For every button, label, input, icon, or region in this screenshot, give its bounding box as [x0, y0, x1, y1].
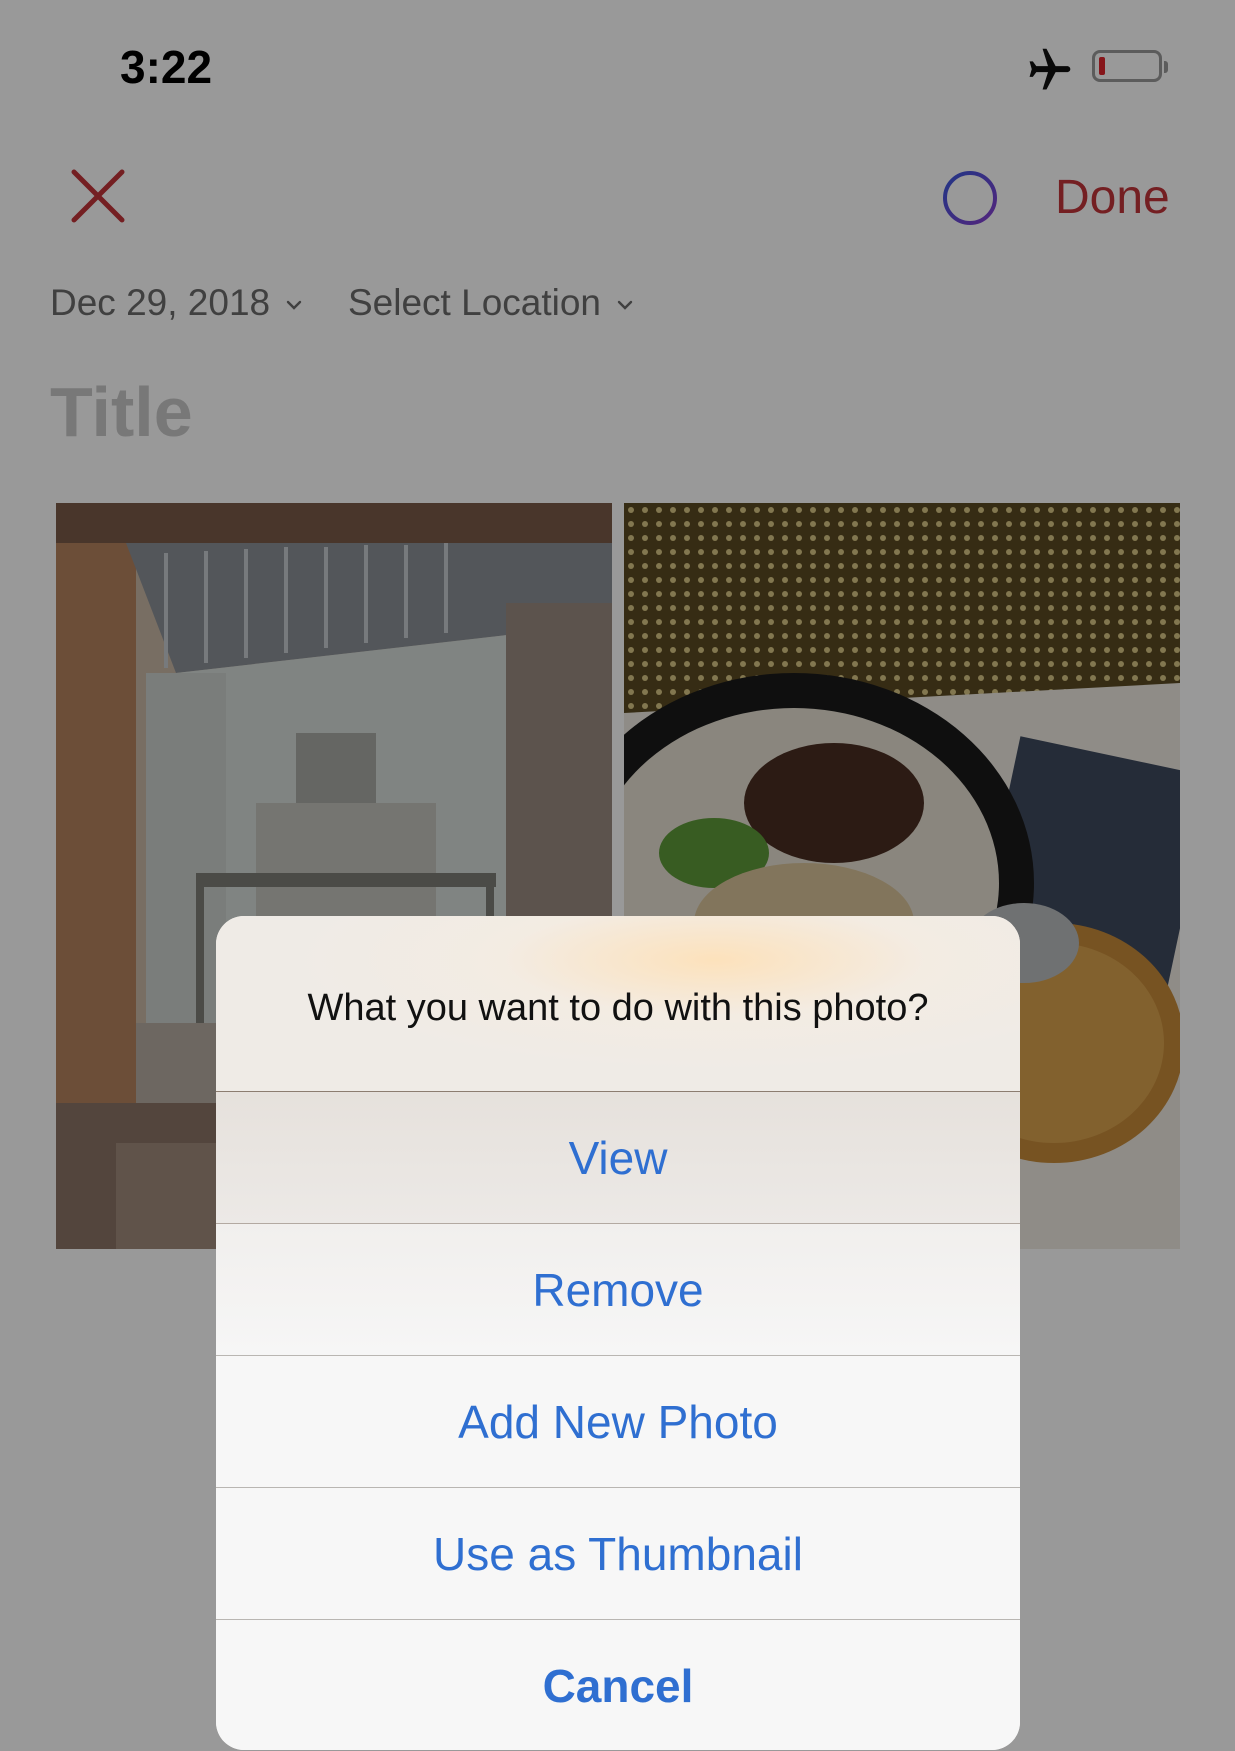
use-as-thumbnail-button[interactable]: Use as Thumbnail — [216, 1487, 1020, 1619]
journal-entry-screen: 3:22 Done Dec 29, 2018 Select Location T… — [0, 0, 1235, 1751]
photo-action-alert: What you want to do with this photo? Vie… — [216, 916, 1020, 1750]
add-new-photo-button[interactable]: Add New Photo — [216, 1355, 1020, 1487]
alert-message: What you want to do with this photo? — [307, 987, 929, 1029]
view-button[interactable]: View — [216, 1091, 1020, 1223]
alert-header: What you want to do with this photo? — [216, 916, 1020, 1091]
cancel-button[interactable]: Cancel — [216, 1619, 1020, 1750]
remove-button[interactable]: Remove — [216, 1223, 1020, 1355]
